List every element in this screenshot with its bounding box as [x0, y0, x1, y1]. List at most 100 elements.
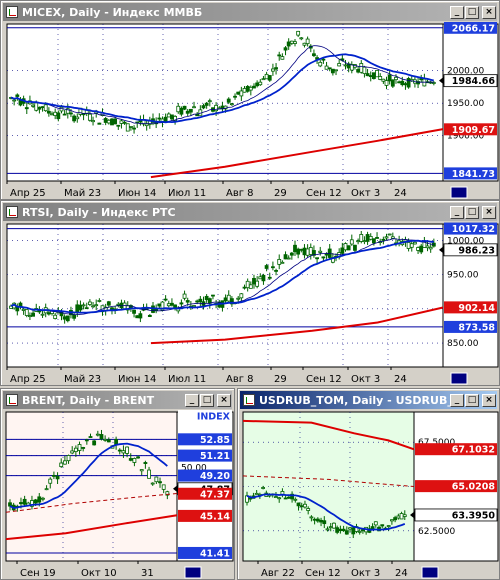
minimize-button[interactable]: _	[450, 205, 464, 219]
x-tick-label: 24	[394, 374, 407, 385]
candle-body	[53, 314, 58, 319]
candle-body	[286, 496, 291, 499]
candle-body	[296, 502, 301, 507]
candle-body	[335, 527, 340, 533]
candle-body	[33, 499, 38, 504]
x-tick-label: 24	[395, 568, 408, 579]
price-label: 1841.73	[452, 169, 495, 180]
candle-body	[371, 72, 376, 79]
candle-body	[362, 66, 367, 74]
micex-titlebar[interactable]: MICEX, Daily - Индекс ММВБ _ □ ×	[3, 3, 497, 21]
brent-titlebar[interactable]: BRENT, Daily - BRENT _ □ ×	[3, 391, 232, 409]
candle-body	[400, 80, 405, 86]
candle-body	[277, 54, 282, 57]
maximize-button[interactable]: □	[465, 393, 479, 407]
close-button[interactable]: ×	[482, 205, 496, 219]
rtsi-chart[interactable]: 1000.00950.00850.001017.32986.23902.1487…	[3, 222, 499, 385]
price-label: 52.85	[200, 435, 230, 446]
maximize-button[interactable]: □	[465, 5, 479, 19]
close-button[interactable]: ×	[482, 393, 496, 407]
candle-body	[138, 313, 143, 319]
candle-body	[236, 91, 241, 95]
candle-body	[122, 121, 127, 124]
candle-body	[52, 474, 56, 477]
candle-body	[139, 469, 144, 472]
brent-chart[interactable]: 50.00INDEX52.8551.2149.2047.8747.3745.14…	[3, 410, 234, 579]
candle-body	[397, 81, 402, 84]
maximize-button[interactable]: □	[200, 393, 214, 407]
usdrub-chart-window[interactable]: USDRUB_TOM, Daily - USDRUB_... _ □ × 67.…	[237, 388, 500, 580]
candle-body	[422, 78, 427, 87]
candle-body	[157, 303, 162, 307]
candle-body	[248, 86, 253, 91]
micex-chart[interactable]: 2000.001950.001900.002066.171984.661909.…	[3, 22, 499, 199]
candle-body	[406, 242, 411, 249]
candle-body	[305, 248, 310, 256]
candle-body	[48, 478, 53, 484]
candle-body	[154, 308, 159, 311]
candle-body	[390, 236, 395, 239]
candle-body	[343, 243, 348, 251]
candle-body	[88, 436, 93, 438]
candle-body	[402, 514, 407, 517]
maximize-button[interactable]: □	[465, 205, 479, 219]
candle-body	[431, 242, 436, 247]
scroll-end-button[interactable]	[450, 372, 468, 385]
scroll-end-button[interactable]	[421, 566, 439, 579]
candle-body	[116, 124, 121, 127]
candle-body	[81, 304, 86, 307]
candle-body	[95, 433, 100, 436]
minimize-button[interactable]: _	[450, 393, 464, 407]
usdrub-chart[interactable]: 67.500062.500067.103265.020863.3950Авг 2…	[240, 410, 499, 579]
candle-body	[381, 78, 386, 82]
candle-body	[271, 266, 275, 269]
candle-body	[24, 107, 29, 110]
candle-body	[264, 265, 269, 269]
candle-body	[277, 497, 282, 500]
candle-body	[62, 316, 67, 320]
candle-body	[293, 244, 297, 253]
usdrub-titlebar[interactable]: USDRUB_TOM, Daily - USDRUB_... _ □ ×	[240, 391, 497, 409]
x-tick-label: Авг 8	[226, 188, 254, 199]
candle-body	[365, 73, 370, 77]
candle-body	[113, 118, 118, 125]
candle-body	[343, 64, 348, 67]
candle-body	[185, 110, 190, 114]
candle-body	[106, 301, 111, 306]
rtsi-titlebar[interactable]: RTSI, Daily - Индекс РТС _ □ ×	[3, 203, 497, 221]
brent-chart-window[interactable]: BRENT, Daily - BRENT _ □ × 50.00 INDEX 52.…	[0, 388, 235, 580]
candle-body	[380, 524, 385, 527]
scroll-end-button[interactable]	[450, 186, 468, 199]
x-tick-label: Окт 3	[351, 188, 380, 199]
scroll-end-button[interactable]	[184, 566, 202, 579]
rtsi-chart-window[interactable]: RTSI, Daily - Индекс РТС _ □ × 1000.00 95…	[0, 200, 500, 386]
candle-body	[91, 305, 95, 308]
candle-body	[348, 527, 352, 530]
close-button[interactable]: ×	[482, 5, 496, 19]
candle-body	[305, 38, 310, 45]
minimize-button[interactable]: _	[185, 393, 199, 407]
candle-body	[46, 312, 51, 315]
candle-body	[267, 75, 272, 81]
candle-body	[84, 439, 89, 442]
x-tick-label: Июл 11	[168, 188, 206, 199]
x-tick-label: 29	[274, 374, 287, 385]
candle-body	[341, 528, 346, 532]
candle-body	[97, 300, 102, 302]
close-button[interactable]: ×	[217, 393, 231, 407]
candle-body	[70, 450, 75, 454]
candle-body	[173, 304, 177, 308]
candle-body	[12, 99, 17, 102]
candle-body	[163, 116, 168, 123]
plot-area	[6, 223, 444, 368]
chart-window-icon	[6, 6, 18, 18]
candle-body	[349, 239, 354, 245]
micex-chart-window[interactable]: MICEX, Daily - Индекс ММВБ _ □ × 2000.00…	[0, 0, 500, 200]
candle-body	[50, 113, 54, 116]
candle-body	[299, 505, 304, 508]
minimize-button[interactable]: _	[450, 5, 464, 19]
candle-body	[318, 250, 323, 253]
candle-body	[37, 106, 42, 110]
candle-body	[303, 503, 307, 508]
candle-body	[136, 456, 140, 459]
